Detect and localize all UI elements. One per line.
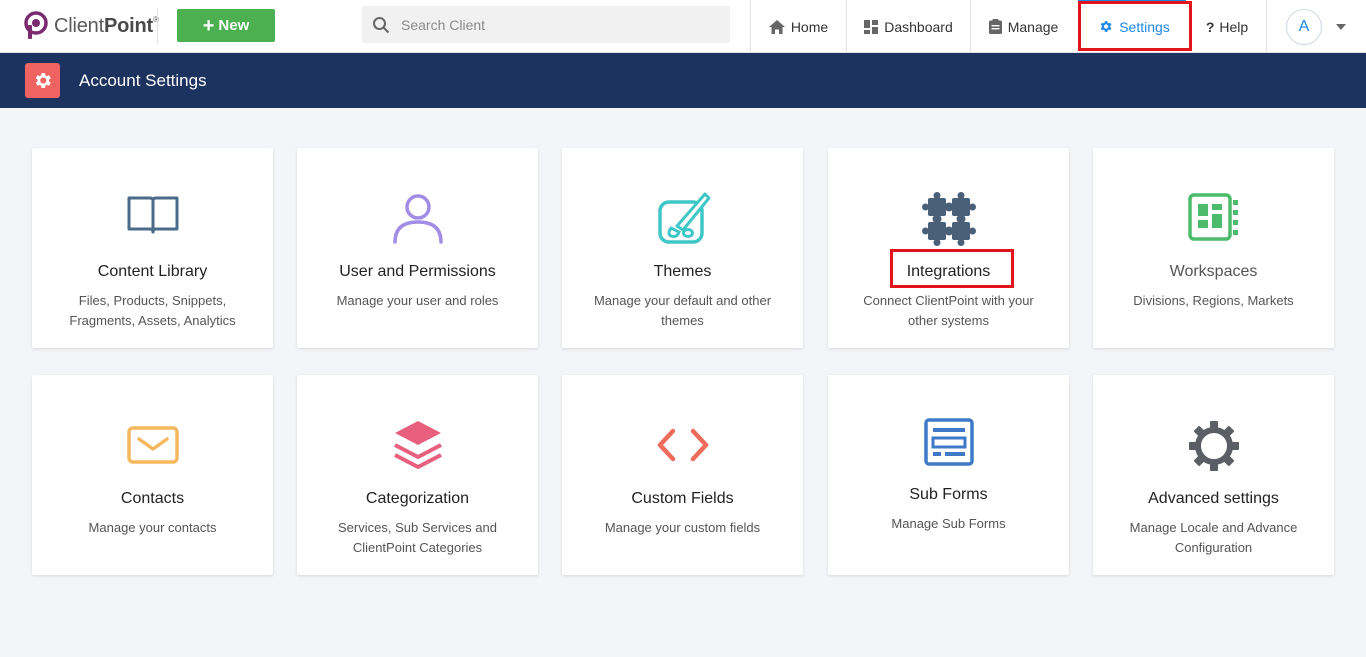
card-description: Manage your default and other themes	[593, 293, 772, 328]
card-title: Workspaces	[1169, 263, 1258, 280]
card-description: Manage your contacts	[88, 520, 217, 535]
card-description: Manage your custom fields	[604, 520, 761, 535]
nav-home[interactable]: Home	[750, 0, 846, 53]
card-title: User and Permissions	[339, 263, 496, 280]
card-icon-wrap	[1093, 192, 1334, 248]
nav-help[interactable]: ? Help	[1192, 0, 1262, 53]
nav-manage[interactable]: Manage	[970, 0, 1076, 53]
card-title: Sub Forms	[909, 486, 988, 503]
logo-text-light: Client	[54, 14, 104, 37]
card-workspaces[interactable]: Workspaces Divisions, Regions, Markets	[1093, 148, 1334, 348]
envelope-icon	[126, 426, 179, 464]
new-button-label: New	[218, 17, 250, 34]
card-description: Files, Products, Snippets, Fragments, As…	[69, 293, 236, 328]
card-icon-wrap	[32, 192, 273, 248]
form-icon	[923, 418, 974, 466]
clipboard-icon	[988, 19, 1002, 34]
gear-icon	[35, 72, 51, 89]
search-box	[362, 6, 730, 43]
card-icon-wrap	[297, 192, 538, 248]
nav-active-indicator	[1078, 0, 1186, 3]
nav-settings[interactable]: Settings	[1078, 0, 1190, 53]
card-description: Services, Sub Services and ClientPoint C…	[338, 520, 497, 555]
nav-help-label: Help	[1219, 18, 1249, 35]
card-title: Custom Fields	[631, 490, 734, 507]
card-categorization[interactable]: Categorization Services, Sub Services an…	[297, 375, 538, 575]
top-navigation-bar: ClientPoint® + New Home Dashboard	[0, 0, 1366, 53]
nav-settings-label: Settings	[1119, 18, 1170, 35]
card-advanced-settings[interactable]: Advanced settings Manage Locale and Adva…	[1093, 375, 1334, 575]
layers-icon	[393, 421, 442, 469]
plus-icon: +	[202, 14, 215, 37]
card-title: Themes	[653, 263, 712, 280]
card-title: Integrations	[906, 263, 991, 280]
palette-brush-icon	[657, 192, 710, 244]
workspace-icon	[1187, 193, 1238, 241]
code-icon	[657, 428, 708, 462]
logo-text: ClientPoint®	[54, 15, 159, 38]
user-menu: A	[1266, 0, 1366, 53]
card-contacts[interactable]: Contacts Manage your contacts	[32, 375, 273, 575]
card-custom-fields[interactable]: Custom Fields Manage your custom fields	[562, 375, 803, 575]
card-sub-forms[interactable]: Sub Forms Manage Sub Forms	[828, 375, 1069, 575]
help-icon: ?	[1205, 18, 1215, 35]
puzzle-icon	[921, 192, 976, 246]
new-button[interactable]: + New	[177, 9, 275, 42]
card-description: Manage your user and roles	[336, 293, 499, 308]
card-description: Connect ClientPoint with your other syst…	[863, 293, 1034, 328]
logo-divider	[157, 8, 158, 44]
card-icon-wrap	[32, 419, 273, 475]
card-title: Contacts	[120, 490, 185, 507]
card-icon-wrap	[297, 419, 538, 475]
cog-icon	[1188, 421, 1239, 471]
card-icon-wrap	[828, 417, 1069, 473]
nav-home-label: Home	[790, 18, 829, 35]
nav-dashboard[interactable]: Dashboard	[846, 0, 970, 53]
logo-text-bold: Point	[103, 14, 153, 37]
card-user-permissions[interactable]: User and Permissions Manage your user an…	[297, 148, 538, 348]
book-icon	[127, 196, 178, 234]
clientpoint-logo[interactable]: ClientPoint®	[24, 11, 159, 41]
card-themes[interactable]: Themes Manage your default and other the…	[562, 148, 803, 348]
clientpoint-logo-icon	[24, 11, 48, 39]
avatar-initial: A	[1298, 17, 1310, 35]
card-description: Manage Locale and Advance Configuration	[1129, 520, 1298, 555]
user-icon	[392, 194, 443, 244]
nav-dashboard-label: Dashboard	[884, 18, 953, 35]
gear-icon	[1100, 21, 1112, 32]
card-title: Advanced settings	[1148, 490, 1279, 507]
home-icon	[768, 19, 785, 34]
search-icon	[373, 16, 390, 33]
card-title: Content Library	[97, 263, 208, 280]
card-content-library[interactable]: Content Library Files, Products, Snippet…	[32, 148, 273, 348]
page-title: Account Settings	[79, 70, 207, 90]
nav-manage-label: Manage	[1007, 18, 1059, 35]
avatar[interactable]: A	[1286, 8, 1322, 45]
card-icon-wrap	[562, 192, 803, 248]
card-icon-wrap	[828, 192, 1069, 248]
card-icon-wrap	[562, 419, 803, 475]
card-integrations[interactable]: Integrations Connect ClientPoint with yo…	[828, 148, 1069, 348]
settings-header-icon	[25, 63, 60, 98]
page-header: Account Settings	[0, 53, 1366, 108]
dashboard-icon	[864, 19, 879, 34]
card-description: Manage Sub Forms	[891, 516, 1006, 531]
search-input[interactable]	[401, 16, 701, 33]
chevron-down-icon[interactable]	[1336, 23, 1346, 30]
card-description: Divisions, Regions, Markets	[1133, 293, 1294, 308]
card-title: Categorization	[365, 490, 470, 507]
card-icon-wrap	[1093, 419, 1334, 475]
